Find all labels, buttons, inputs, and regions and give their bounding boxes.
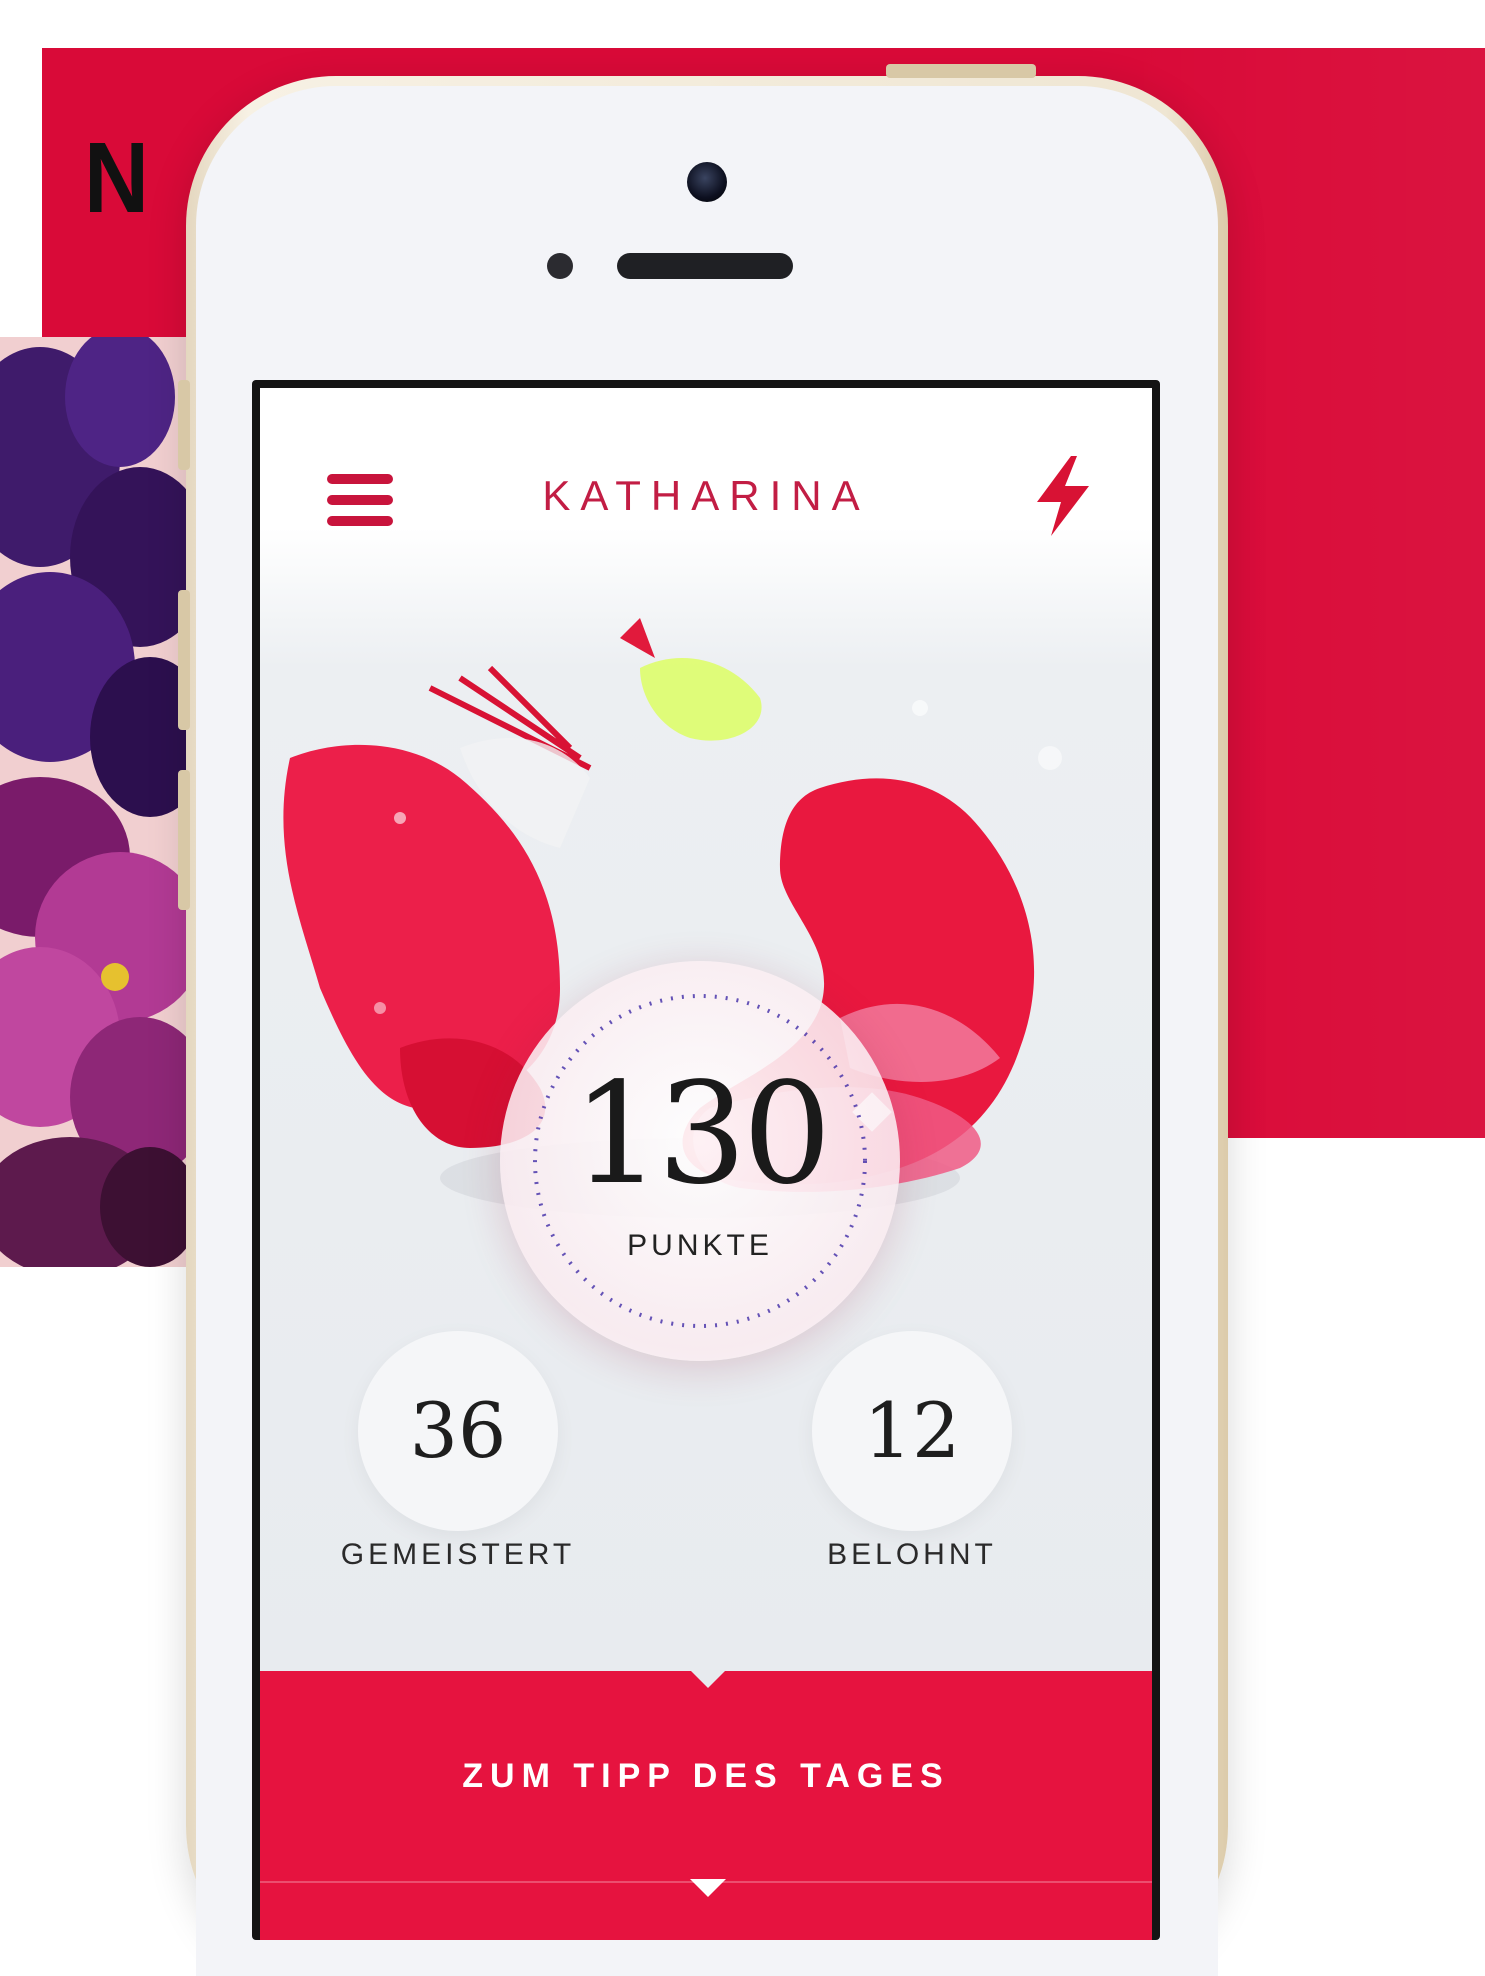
proximity-sensor — [547, 253, 573, 279]
stat-mastered[interactable]: 36 — [358, 1331, 558, 1531]
app-screen: KATHARINA 130 PUNKTE 36 GEMEISTERT 12 BE… — [260, 388, 1152, 1940]
mastered-label: GEMEISTERT — [340, 1538, 576, 1571]
phone-volume-button — [178, 770, 190, 910]
page-title: KATHARINA — [542, 472, 870, 519]
tip-of-the-day-banner[interactable]: ZUM TIPP DES TAGES — [260, 1670, 1152, 1940]
brand-logo-letter: N — [84, 122, 149, 234]
quick-action-button[interactable] — [1033, 454, 1093, 538]
points-value: 130 — [572, 1053, 831, 1216]
mastered-value: 36 — [409, 1386, 507, 1475]
points-label: PUNKTE — [627, 1229, 773, 1262]
phone-screen: KATHARINA 130 PUNKTE 36 GEMEISTERT 12 BE… — [252, 380, 1160, 1940]
rewarded-value: 12 — [863, 1386, 961, 1475]
rewarded-label: BELOHNT — [827, 1538, 997, 1571]
score-hero: 130 PUNKTE — [260, 588, 1152, 1388]
phone-side-button — [178, 380, 190, 470]
phone-top-button — [886, 64, 1036, 78]
score-circle[interactable]: 130 PUNKTE — [500, 961, 900, 1361]
tip-of-the-day-button[interactable]: ZUM TIPP DES TAGES — [260, 1757, 1152, 1796]
front-camera — [687, 162, 727, 202]
lightning-bolt-icon — [1037, 456, 1089, 536]
earpiece-speaker — [617, 253, 793, 279]
banner-notch — [690, 1670, 726, 1688]
phone-volume-button — [178, 590, 190, 730]
app-header: KATHARINA — [260, 388, 1152, 568]
orchid-photo — [0, 337, 200, 1267]
orchid-illustration — [0, 337, 200, 1267]
chevron-down-icon[interactable] — [690, 1879, 726, 1897]
stat-rewarded[interactable]: 12 — [812, 1331, 1012, 1531]
